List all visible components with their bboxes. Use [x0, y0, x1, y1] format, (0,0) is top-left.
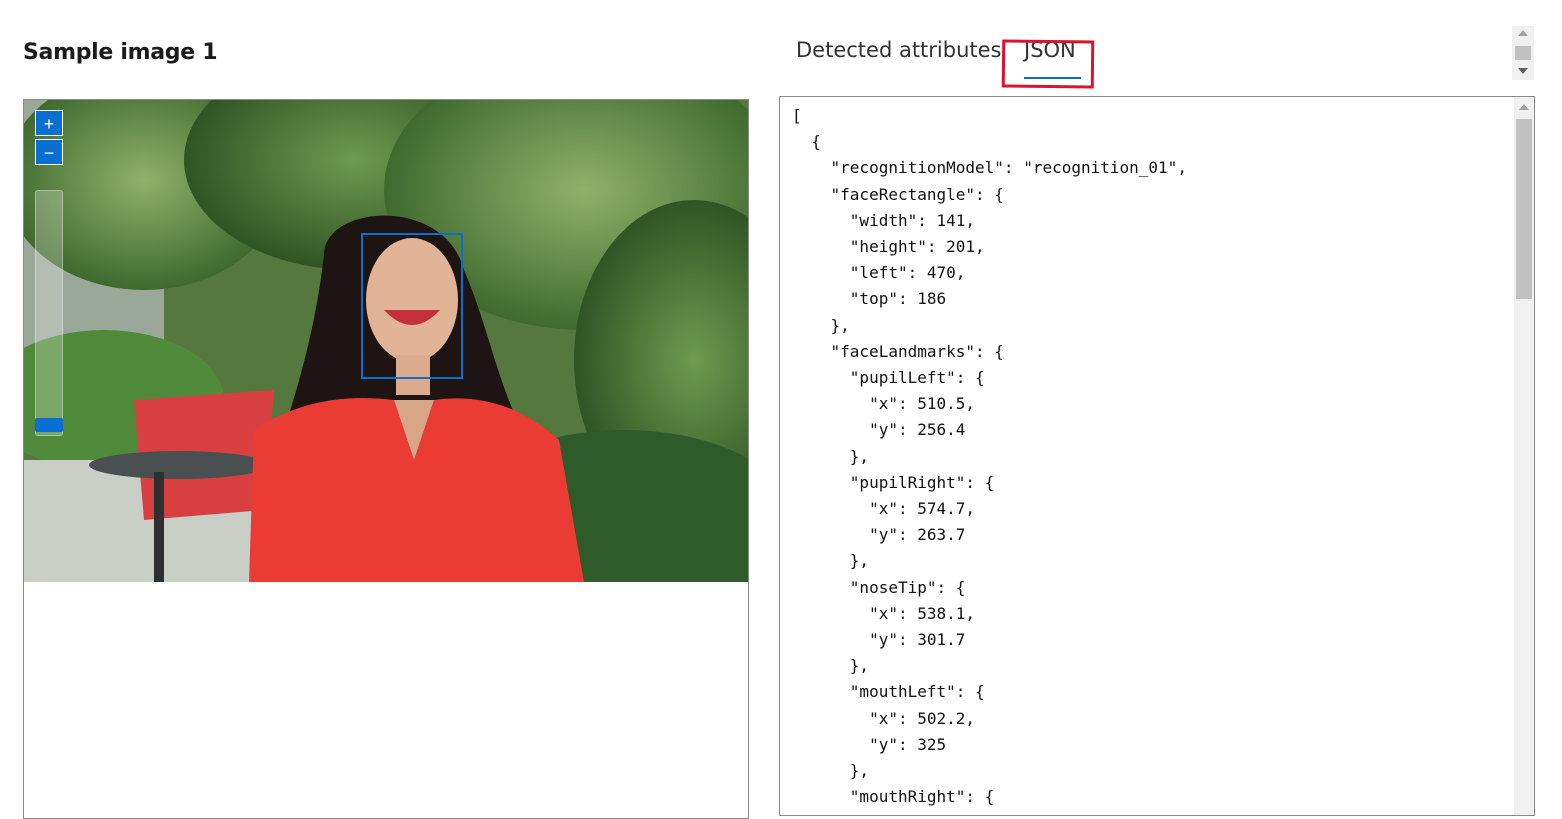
zoom-in-button[interactable]: +: [35, 110, 63, 136]
tab-detected-attributes[interactable]: Detected attributes: [796, 38, 1002, 62]
json-scrollbar[interactable]: [1514, 97, 1534, 815]
page-scrollbar[interactable]: [1512, 26, 1534, 80]
json-output-panel[interactable]: [ { "recognitionModel": "recognition_01"…: [779, 96, 1535, 816]
scrollbar-thumb[interactable]: [1515, 46, 1531, 60]
scroll-up-arrow-icon[interactable]: [1518, 30, 1528, 36]
sample-photo: + −: [24, 100, 748, 582]
scroll-down-arrow-icon[interactable]: [1518, 68, 1528, 74]
zoom-out-button[interactable]: −: [35, 139, 63, 165]
zoom-slider-track[interactable]: [35, 190, 63, 436]
zoom-slider-handle[interactable]: [35, 418, 63, 432]
json-output-text[interactable]: [ { "recognitionModel": "recognition_01"…: [792, 103, 1187, 810]
face-bounding-box: [361, 233, 463, 379]
scroll-up-arrow-icon[interactable]: [1519, 104, 1529, 110]
scrollbar-thumb[interactable]: [1516, 119, 1532, 299]
image-viewer: + −: [23, 99, 749, 819]
annotation-highlight-box: [1001, 39, 1095, 89]
page-title: Sample image 1: [23, 40, 218, 65]
